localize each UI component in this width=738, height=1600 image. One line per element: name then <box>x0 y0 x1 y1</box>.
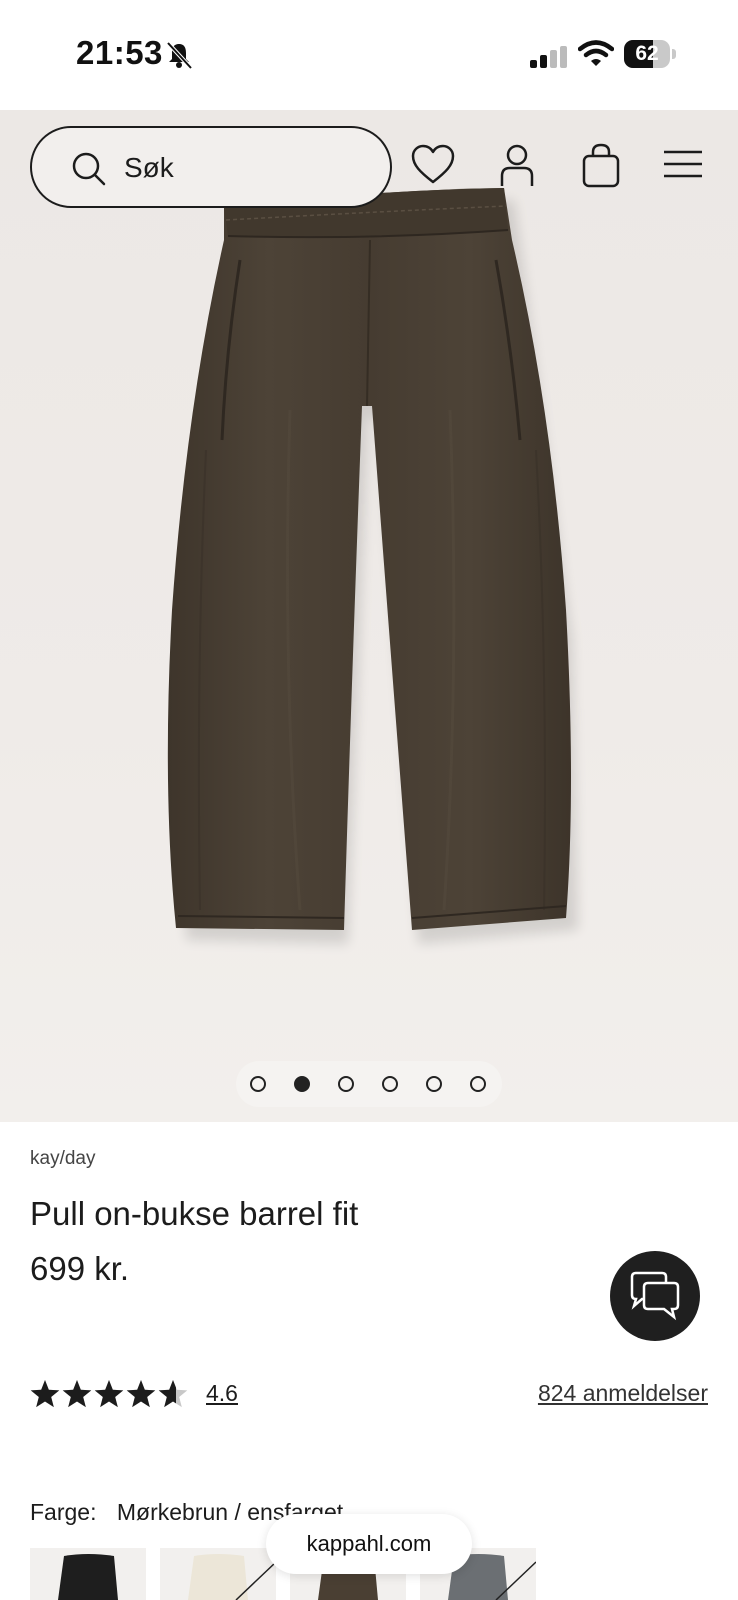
star-fill <box>94 1380 124 1408</box>
search-field[interactable]: Søk <box>30 126 392 208</box>
color-label: Farge: <box>30 1499 97 1525</box>
reviews-link[interactable]: 824 anmeldelser <box>538 1380 708 1407</box>
search-icon <box>72 152 106 186</box>
signal-icon <box>530 46 567 68</box>
star-fill <box>62 1380 92 1408</box>
browser-url-bar[interactable]: kappahl.com <box>266 1514 472 1574</box>
carousel-dots <box>236 1061 502 1107</box>
rating-stars <box>30 1380 188 1408</box>
status-time: 21:53 <box>76 34 163 71</box>
rating-value[interactable]: 4.6 <box>206 1380 238 1407</box>
shopping-bag-icon[interactable] <box>578 142 624 188</box>
chat-button[interactable] <box>610 1251 700 1341</box>
product-page: 21:53 62 Søk kay/day Pull on-bukse barre… <box>0 0 738 1600</box>
carousel-dot[interactable] <box>426 1076 442 1092</box>
carousel-dot[interactable] <box>382 1076 398 1092</box>
wifi-icon <box>578 40 614 66</box>
carousel-dot[interactable] <box>294 1076 310 1092</box>
product-title: Pull on-bukse barrel fit <box>30 1195 359 1232</box>
swatch-pants-thumbnail <box>188 1554 248 1600</box>
swatch-pants-thumbnail <box>58 1554 118 1600</box>
star-fill <box>30 1380 60 1408</box>
menu-icon[interactable] <box>660 142 706 188</box>
bell-off-icon <box>166 41 193 70</box>
product-brand[interactable]: kay/day <box>30 1148 95 1170</box>
carousel-dot[interactable] <box>470 1076 486 1092</box>
search-placeholder: Søk <box>124 152 174 183</box>
heart-icon[interactable] <box>410 142 456 188</box>
account-icon[interactable] <box>494 142 540 188</box>
carousel-dot[interactable] <box>250 1076 266 1092</box>
carousel-dot[interactable] <box>338 1076 354 1092</box>
battery-icon: 62 <box>624 40 676 68</box>
chat-icon <box>630 1271 680 1321</box>
status-bar: 21:53 62 <box>0 0 738 110</box>
pants-illustration <box>167 188 578 944</box>
color-swatch[interactable] <box>30 1548 146 1600</box>
browser-domain: kappahl.com <box>306 1531 432 1556</box>
product-image[interactable] <box>0 110 738 1122</box>
star-fill <box>126 1380 156 1408</box>
product-price: 699 kr. <box>30 1250 130 1287</box>
battery-percent: 62 <box>635 42 659 65</box>
color-swatch[interactable] <box>160 1548 276 1600</box>
